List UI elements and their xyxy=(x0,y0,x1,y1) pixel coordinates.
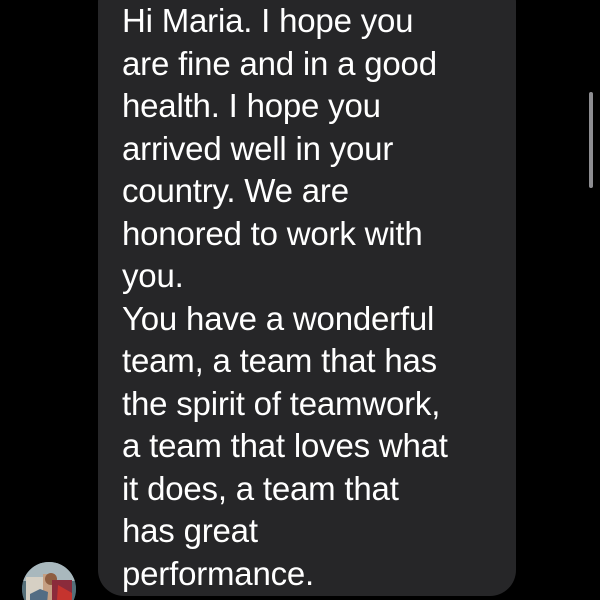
message-line: Hi Maria. I hope you xyxy=(122,2,414,39)
contact-avatar-icon[interactable] xyxy=(22,562,76,600)
message-line: has great xyxy=(122,512,258,549)
scrollbar[interactable] xyxy=(589,92,593,188)
message-text: Hi Maria. I hope you are fine and in a g… xyxy=(122,0,516,595)
message-line: are fine and in a good xyxy=(122,44,437,82)
message-line: the spirit of teamwork, xyxy=(122,384,441,422)
message-line: performance. xyxy=(122,554,315,592)
message-line: You have a wonderful xyxy=(122,299,435,337)
message-line: honored to work with xyxy=(122,214,423,252)
message-bubble[interactable]: Hi Maria. I hope you are fine and in a g… xyxy=(98,0,516,596)
message-line: it does, a team that xyxy=(122,469,399,507)
message-line: health. I hope you xyxy=(122,87,381,124)
message-line: a team that loves what xyxy=(122,427,448,464)
message-line: team, a team that has xyxy=(122,342,437,379)
message-line: country. We are xyxy=(122,172,349,209)
message-line: arrived well in your xyxy=(122,129,394,167)
chat-screen: Hi Maria. I hope you are fine and in a g… xyxy=(0,0,600,600)
message-line: you. xyxy=(122,257,184,294)
